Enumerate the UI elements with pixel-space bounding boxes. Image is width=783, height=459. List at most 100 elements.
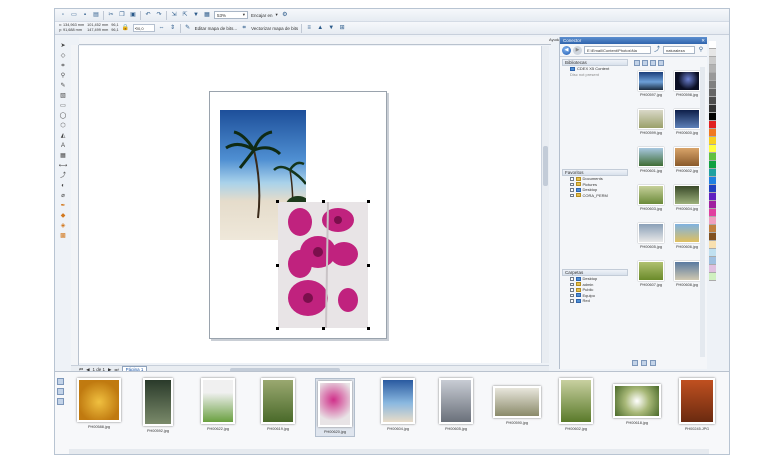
cut-icon[interactable]: ✂ [107, 11, 115, 19]
up-folder-icon[interactable]: ⤴ [653, 46, 661, 54]
tray-thumbnail-selected[interactable]: PH00620.jpg [315, 378, 355, 437]
wrap-text-icon[interactable]: ≡ [305, 24, 313, 32]
tray-thumbnail[interactable]: PH00602.jpg [559, 378, 593, 431]
lock-ratio-icon[interactable]: 🔒 [122, 24, 130, 32]
tray-thumbnail[interactable]: PH00619.jpg [261, 378, 295, 431]
snap-to-label[interactable]: Encajar en [251, 13, 273, 18]
view-details-icon[interactable] [650, 60, 656, 66]
grid-thumbnail[interactable]: PH00601.jpg [636, 147, 666, 173]
tray-thumbnail[interactable]: PH00622.jpg [201, 378, 235, 431]
color-swatch[interactable] [709, 217, 716, 225]
save-icon[interactable]: ▪ [81, 11, 89, 19]
color-swatch[interactable] [709, 153, 716, 161]
drawing-canvas[interactable] [79, 46, 541, 363]
color-swatch[interactable] [709, 265, 716, 273]
view-thumbnails-icon[interactable] [634, 60, 640, 66]
tray-remove-icon[interactable] [641, 360, 647, 366]
view-list-icon[interactable] [642, 60, 648, 66]
grid-thumbnail[interactable]: PH00602.jpg [672, 147, 702, 173]
options-icon[interactable]: ⚙ [281, 11, 289, 19]
tray-thumbnail[interactable]: PH00592.jpg [143, 378, 173, 433]
folder-item[interactable]: Red [562, 298, 628, 304]
grid-thumbnail[interactable]: PH00599.jpg [636, 109, 666, 135]
tray-scrollbar[interactable] [69, 449, 709, 454]
checkbox[interactable] [570, 293, 574, 297]
document-page[interactable] [209, 91, 387, 339]
rotation-angle-input[interactable]: ⟲ 0,0 [132, 24, 155, 32]
grid-thumbnail[interactable]: PH00603.jpg [636, 185, 666, 211]
color-swatch[interactable] [709, 81, 716, 89]
orchid-photo[interactable] [278, 202, 368, 328]
export-icon[interactable]: ⇱ [181, 11, 189, 19]
grid-thumbnail[interactable]: PH00608.jpg [672, 261, 702, 287]
checkbox[interactable] [570, 193, 574, 197]
forward-icon[interactable]: ▶ [573, 45, 582, 55]
search-icon[interactable]: ⚲ [697, 46, 705, 54]
selection-handle[interactable] [276, 200, 279, 203]
smart-fill-icon[interactable]: ▧ [59, 92, 67, 100]
paste-icon[interactable]: ▣ [129, 11, 137, 19]
trace-bitmap-button[interactable]: Vectorizar mapa de bits [251, 26, 298, 31]
edit-bitmap-icon[interactable]: ✎ [184, 24, 192, 32]
selection-handle[interactable] [367, 264, 370, 267]
zoom-select[interactable]: 53% ▾ [214, 11, 248, 19]
tray-thumbnail[interactable]: PH00588.jpg [77, 378, 121, 429]
color-swatch[interactable] [709, 113, 716, 121]
size-fields[interactable]: 101,452 mm 147,499 mm [87, 23, 108, 33]
color-swatch[interactable] [709, 129, 716, 137]
shape-tool-icon[interactable]: ◇ [59, 52, 67, 60]
color-swatch[interactable] [709, 105, 716, 113]
canvas-vertical-scrollbar[interactable] [541, 46, 549, 363]
color-swatch[interactable] [709, 209, 716, 217]
tray-thumbnail[interactable]: PH00604.jpg [381, 378, 415, 431]
libraries-header[interactable]: Bibliotecas [562, 59, 628, 66]
color-swatch[interactable] [709, 249, 716, 257]
mesh-fill-icon[interactable]: ▩ [59, 232, 67, 240]
grid-thumbnail[interactable]: PH00606.jpg [672, 223, 702, 249]
grid-thumbnail[interactable]: PH00600.jpg [672, 109, 702, 135]
search-input[interactable]: naturaleza [663, 46, 695, 54]
horizontal-ruler[interactable] [79, 37, 551, 45]
grid-scrollbar[interactable] [700, 67, 705, 357]
text-tool-icon[interactable]: A [59, 142, 67, 150]
new-document-icon[interactable]: ▫ [59, 11, 67, 19]
pick-tool-icon[interactable]: ➤ [59, 42, 67, 50]
checkbox[interactable] [570, 282, 574, 286]
docker-tab-hints[interactable]: Ayudas [549, 37, 562, 45]
grid-thumbnail[interactable]: PH00604.jpg [672, 185, 702, 211]
folders-header[interactable]: Carpetas [562, 269, 628, 276]
selection-handle[interactable] [367, 200, 370, 203]
height-field[interactable]: 147,499 mm [87, 28, 108, 33]
open-icon[interactable]: ▭ [70, 11, 78, 19]
color-swatch[interactable] [709, 273, 716, 281]
selection-handle[interactable] [367, 327, 370, 330]
color-swatch[interactable] [709, 49, 716, 57]
application-launcher-icon[interactable]: ▼ [192, 11, 200, 19]
color-swatch[interactable] [709, 97, 716, 105]
outline-tool-icon[interactable]: ✒ [59, 202, 67, 210]
undo-icon[interactable]: ↶ [144, 11, 152, 19]
color-swatch[interactable] [709, 41, 716, 49]
tray-add-icon[interactable] [632, 360, 638, 366]
vertical-ruler[interactable] [71, 45, 79, 365]
to-front-icon[interactable]: ▲ [316, 24, 324, 32]
color-swatch[interactable] [709, 89, 716, 97]
filter-icon[interactable] [658, 60, 664, 66]
grid-thumbnail[interactable]: PH00607.jpg [636, 261, 666, 287]
checkbox[interactable] [570, 288, 574, 292]
snap-to-arrow[interactable]: ▾ [276, 12, 278, 18]
trace-bitmap-icon[interactable]: ⌗ [240, 24, 248, 32]
import-icon[interactable]: ⇲ [170, 11, 178, 19]
checkbox[interactable] [570, 277, 574, 281]
tray-thumbnail[interactable]: PH00605.jpg [439, 378, 473, 431]
favorite-item[interactable]: CORA_PERM [562, 193, 628, 199]
color-swatch[interactable] [709, 161, 716, 169]
interactive-fill-icon[interactable]: ◈ [59, 222, 67, 230]
color-swatch[interactable] [709, 257, 716, 265]
grid-thumbnail[interactable]: PH00598.jpg [672, 71, 702, 97]
scale-fields[interactable]: 96,1 96,1 [111, 23, 118, 33]
mirror-horizontal-icon[interactable]: ⇔ [158, 24, 166, 32]
tray-up-icon[interactable] [57, 378, 64, 385]
color-swatch[interactable] [709, 201, 716, 209]
scale-y-field[interactable]: 96,1 [111, 28, 118, 33]
